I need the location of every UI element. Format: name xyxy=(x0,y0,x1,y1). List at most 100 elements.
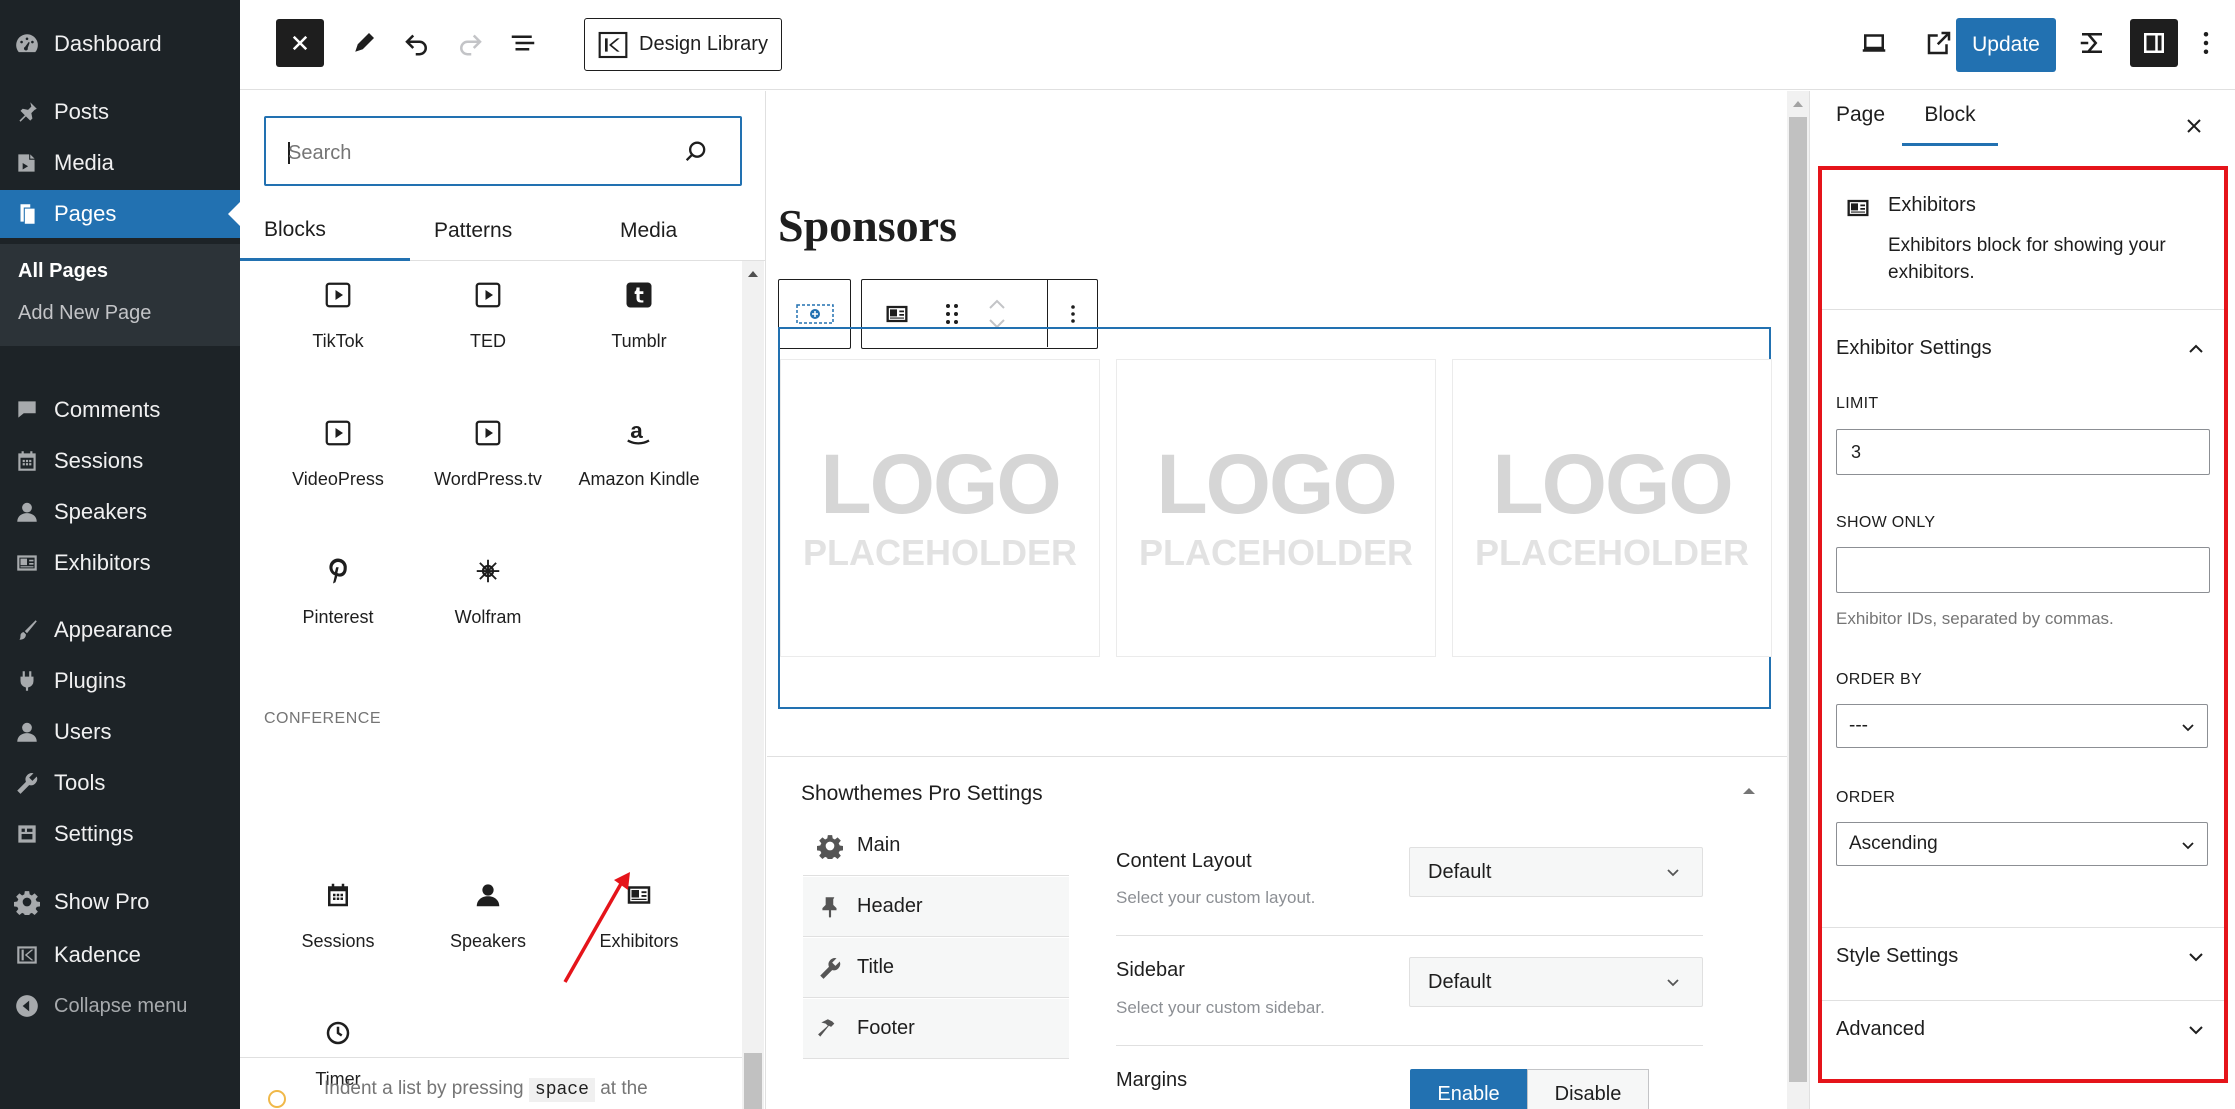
margins-enable-button[interactable]: Enable xyxy=(1410,1069,1527,1109)
kadence-controls-button[interactable] xyxy=(2068,19,2116,67)
menu-item-show-pro[interactable]: Show Pro xyxy=(0,878,240,926)
block-ted[interactable]: TED xyxy=(413,261,563,371)
chevron-down-icon xyxy=(2182,724,2194,732)
logo-placeholder: LOGO PLACEHOLDER xyxy=(780,359,1100,657)
user-icon xyxy=(468,875,508,915)
pencil-icon xyxy=(355,33,374,52)
tab-block[interactable]: Block xyxy=(1902,97,1998,146)
menu-item-pages[interactable]: Pages xyxy=(0,190,240,238)
exhibitor-settings-panel-toggle[interactable]: Exhibitor Settings xyxy=(1822,313,2224,383)
inserter-search[interactable] xyxy=(264,116,742,186)
kadence-icon xyxy=(0,942,54,968)
menu-item-users[interactable]: Users xyxy=(0,708,240,756)
tip-key: space xyxy=(528,1078,595,1102)
menu-item-plugins[interactable]: Plugins xyxy=(0,657,240,705)
options-menu-button[interactable] xyxy=(2182,19,2230,67)
brush-icon xyxy=(0,617,54,643)
content-layout-select[interactable]: Default xyxy=(1409,847,1703,897)
style-settings-panel-toggle[interactable]: Style Settings xyxy=(1822,929,2224,999)
block-label: TED xyxy=(470,331,506,351)
tools-button[interactable] xyxy=(340,19,388,67)
margins-disable-button[interactable]: Disable xyxy=(1527,1069,1649,1109)
menu-item-speakers[interactable]: Speakers xyxy=(0,488,240,536)
block-pinterest[interactable]: Pinterest xyxy=(263,537,413,647)
canvas-scrollbar[interactable] xyxy=(1787,91,1809,1109)
order-by-label: ORDER BY xyxy=(1836,671,1922,688)
design-library-button[interactable]: Design Library xyxy=(584,18,782,71)
advanced-panel-toggle[interactable]: Advanced xyxy=(1822,1002,2224,1072)
block-wordpress-tv[interactable]: WordPress.tv xyxy=(413,399,563,509)
block-wolfram[interactable]: Wolfram xyxy=(413,537,563,647)
category-heading: CONFERENCE xyxy=(264,710,382,727)
inserter-scrollbar[interactable] xyxy=(742,261,764,1109)
block-tiktok[interactable]: TikTok xyxy=(263,261,413,371)
block-amazon-kindle[interactable]: a Amazon Kindle xyxy=(564,399,714,509)
select-value: Default xyxy=(1428,860,1492,883)
metabox-tab-label: Header xyxy=(857,895,923,917)
menu-item-settings[interactable]: Settings xyxy=(0,810,240,858)
block-videopress[interactable]: VideoPress xyxy=(263,399,413,509)
showthemes-settings-metabox: Showthemes Pro Settings Main Header Titl… xyxy=(767,756,1787,1109)
undo-button[interactable] xyxy=(393,19,441,67)
order-select[interactable]: Ascending xyxy=(1836,822,2208,866)
tab-blocks[interactable]: Blocks xyxy=(240,201,410,261)
update-button[interactable]: Update xyxy=(1956,18,2056,72)
preview-button[interactable] xyxy=(1850,19,1898,67)
block-speakers[interactable]: Speakers xyxy=(413,861,563,971)
sidebar-select[interactable]: Default xyxy=(1409,957,1703,1007)
tumblr-icon xyxy=(619,275,659,315)
settings-sidebar: Page Block Exhibitors Exhibitors block f… xyxy=(1809,91,2235,1109)
tab-page[interactable]: Page xyxy=(1836,97,1885,146)
metabox-tab-label: Main xyxy=(857,834,901,856)
exhibitors-block[interactable]: LOGO PLACEHOLDER LOGO PLACEHOLDER LOGO P… xyxy=(778,327,1772,709)
tab-media[interactable]: Media xyxy=(620,201,677,261)
caret-up-icon[interactable] xyxy=(1739,781,1759,801)
metabox-tab-footer[interactable]: Footer xyxy=(803,999,1069,1059)
panel-title: Style Settings xyxy=(1836,945,1959,967)
block-sessions[interactable]: Sessions xyxy=(263,861,413,971)
menu-label: Exhibitors xyxy=(54,550,151,575)
inserter-tip: Indent a list by pressing space at the xyxy=(240,1057,742,1109)
submenu-add-new-page[interactable]: Add New Page xyxy=(18,302,151,325)
submenu-all-pages[interactable]: All Pages xyxy=(18,260,108,283)
close-inserter-button[interactable] xyxy=(276,19,324,67)
metabox-tab-title[interactable]: Title xyxy=(803,938,1069,998)
search-input[interactable] xyxy=(288,138,668,168)
metabox-tab-header[interactable]: Header xyxy=(803,877,1069,937)
menu-item-sessions[interactable]: Sessions xyxy=(0,437,240,485)
close-icon xyxy=(292,35,308,51)
collapse-menu-button[interactable]: Collapse menu xyxy=(0,982,240,1030)
order-by-select[interactable]: --- xyxy=(1836,704,2208,748)
show-only-input[interactable] xyxy=(1836,547,2210,593)
more-vertical-icon xyxy=(1070,304,1075,323)
menu-item-exhibitors[interactable]: Exhibitors xyxy=(0,539,240,587)
select-value: Ascending xyxy=(1849,833,1938,854)
menu-item-media[interactable]: Media xyxy=(0,139,240,187)
close-icon[interactable] xyxy=(2182,114,2206,138)
document-overview-button[interactable] xyxy=(499,19,547,67)
menu-item-tools[interactable]: Tools xyxy=(0,759,240,807)
metabox-tab-main[interactable]: Main xyxy=(803,816,1069,876)
page-heading[interactable]: Sponsors xyxy=(778,199,957,252)
block-card-description: Exhibitors block for showing your exhibi… xyxy=(1888,235,2166,283)
menu-item-appearance[interactable]: Appearance xyxy=(0,606,240,654)
menu-item-kadence[interactable]: Kadence xyxy=(0,931,240,979)
block-card: Exhibitors Exhibitors block for showing … xyxy=(1822,170,2224,310)
menu-item-posts[interactable]: Posts xyxy=(0,88,240,136)
content-layout-desc: Select your custom layout. xyxy=(1116,888,1316,907)
media-icon xyxy=(0,150,54,176)
chevron-down-icon xyxy=(2189,1026,2203,1035)
editor-toolbar: Design Library Update xyxy=(240,0,2235,90)
collapse-icon xyxy=(0,993,54,1019)
settings-toggle-button[interactable] xyxy=(2130,19,2178,67)
chevron-down-icon xyxy=(1667,979,1679,987)
menu-item-comments[interactable]: Comments xyxy=(0,386,240,434)
tab-patterns[interactable]: Patterns xyxy=(434,201,512,261)
calendar-icon xyxy=(0,448,54,474)
logo-placeholder: LOGO PLACEHOLDER xyxy=(1452,359,1772,657)
redo-button[interactable] xyxy=(446,19,494,67)
menu-item-dashboard[interactable]: Dashboard xyxy=(0,20,240,68)
block-tumblr[interactable]: Tumblr xyxy=(564,261,714,371)
block-label: WordPress.tv xyxy=(434,469,542,489)
limit-input[interactable] xyxy=(1836,429,2210,475)
